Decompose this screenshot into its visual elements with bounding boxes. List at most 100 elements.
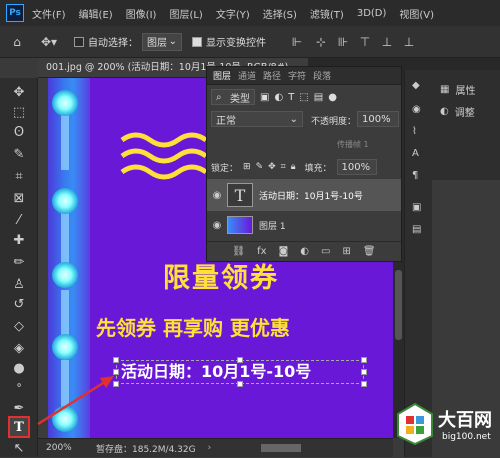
transform-handle[interactable]: [237, 357, 243, 363]
layer-name[interactable]: 图层 1: [259, 219, 286, 232]
menu-select[interactable]: 选择(S): [263, 6, 297, 21]
paragraph-panel-icon[interactable]: ¶: [412, 170, 418, 181]
move-tool-icon[interactable]: ✥: [9, 82, 29, 102]
menu-filter[interactable]: 滤镜(T): [310, 6, 344, 21]
folder-icon[interactable]: ▭: [321, 246, 330, 257]
eyedropper-tool-icon[interactable]: ⁄: [9, 210, 29, 230]
brush-tool-icon[interactable]: ✏: [9, 252, 29, 272]
menu-3d[interactable]: 3D(D): [357, 8, 387, 19]
text-layer-thumbnail-icon: T: [227, 183, 253, 207]
trash-icon[interactable]: 🗑︎: [363, 246, 376, 257]
layer-name[interactable]: 活动日期：10月1号-10号: [259, 189, 363, 202]
tab-paths[interactable]: 路径: [263, 69, 281, 82]
scrollbar-thumb[interactable]: [395, 270, 402, 340]
type-tool-icon[interactable]: T: [8, 416, 30, 438]
healing-brush-icon[interactable]: ✚: [9, 230, 29, 250]
character-panel-icon[interactable]: A: [412, 148, 419, 159]
menu-edit[interactable]: 编辑(E): [79, 6, 113, 21]
layer-row-text[interactable]: ◉ T 活动日期：10月1号-10号: [207, 179, 401, 211]
paths-panel-icon[interactable]: ⌇: [412, 126, 417, 137]
adjustment-layer-icon[interactable]: ◐: [300, 246, 309, 257]
watermark-logo: [397, 402, 433, 446]
scratch-disk-info: 暂存盘：185.2M/4.32G: [96, 444, 196, 455]
fill-input[interactable]: 100%: [336, 159, 377, 175]
align-left-icon[interactable]: ⊩: [284, 35, 310, 49]
tab-channels[interactable]: 通道: [238, 69, 256, 82]
image-filter-icon[interactable]: ▣: [260, 92, 269, 103]
tab-layers[interactable]: 图层: [213, 69, 231, 82]
layers-panel-icon[interactable]: ◆: [412, 80, 420, 91]
pen-tool-icon[interactable]: ✒: [9, 398, 29, 418]
crop-tool-icon[interactable]: ⌗: [9, 166, 29, 186]
align-right-icon[interactable]: ⊪: [332, 35, 354, 49]
smart-object-filter-icon[interactable]: ▤: [314, 92, 323, 103]
lasso-tool-icon[interactable]: ʘ: [9, 122, 29, 142]
status-arrow-icon[interactable]: ›: [208, 443, 212, 453]
home-icon[interactable]: ⌂: [0, 35, 34, 49]
menu-type[interactable]: 文字(Y): [216, 6, 250, 21]
channels-panel-icon[interactable]: ◉: [412, 104, 421, 115]
transform-handle[interactable]: [361, 381, 367, 387]
libraries-panel-icon[interactable]: ▤: [412, 224, 421, 235]
clone-stamp-icon[interactable]: ♙: [9, 274, 29, 294]
menu-layer[interactable]: 图层(L): [169, 6, 202, 21]
filter-kind-dropdown[interactable]: ⌕ 类型: [211, 89, 255, 105]
shape-filter-icon[interactable]: ⬚: [299, 92, 308, 103]
eye-icon[interactable]: ◉: [207, 190, 227, 201]
dodge-tool-icon[interactable]: ᐤ: [9, 378, 29, 398]
eye-icon[interactable]: ◉: [207, 220, 227, 231]
paint-bucket-icon[interactable]: ◈: [9, 338, 29, 358]
new-layer-icon[interactable]: ⊞: [342, 246, 350, 257]
path-select-icon[interactable]: ↖: [9, 438, 29, 458]
blend-mode-value: 正常: [216, 115, 236, 127]
marquee-tool-icon[interactable]: ⬚: [9, 102, 29, 122]
link-layers-icon[interactable]: ⛓︎: [232, 246, 245, 257]
adjustments-icon: ◐: [440, 106, 449, 117]
align-middle-icon[interactable]: ⊥: [376, 35, 398, 49]
swatches-panel-icon[interactable]: ▣: [412, 202, 421, 213]
lock-artboard-icon[interactable]: ⌗: [281, 162, 286, 172]
auto-select-dropdown[interactable]: 图层 ⌄: [142, 32, 182, 51]
frame-tool-icon[interactable]: ⊠: [9, 188, 29, 208]
auto-select-checkbox[interactable]: [74, 36, 84, 47]
filter-toggle-icon[interactable]: ●: [328, 92, 337, 103]
layer-row-image[interactable]: ◉ 图层 1: [207, 213, 401, 237]
type-filter-icon[interactable]: T: [288, 92, 294, 103]
align-top-icon[interactable]: ⊤: [354, 35, 376, 49]
transform-handle[interactable]: [113, 357, 119, 363]
adjustment-filter-icon[interactable]: ◐: [274, 92, 283, 103]
transform-handle[interactable]: [361, 369, 367, 375]
adjustments-item[interactable]: ◐ 调整: [440, 104, 475, 119]
tab-paragraph[interactable]: 段落: [313, 69, 331, 82]
blend-mode-dropdown[interactable]: 正常 ⌄: [211, 111, 303, 127]
fx-icon[interactable]: fx: [257, 246, 266, 257]
zoom-level[interactable]: 200%: [46, 443, 86, 453]
blur-tool-icon[interactable]: ●: [9, 358, 29, 378]
opacity-input[interactable]: 100%: [357, 111, 399, 127]
filter-kind-value: 类型: [230, 93, 250, 105]
lock-all-icon[interactable]: 🔒︎: [291, 162, 296, 172]
lock-transparent-icon[interactable]: ⊞: [243, 162, 251, 172]
align-center-icon[interactable]: ⊹: [310, 35, 332, 49]
lock-paint-icon[interactable]: ✎: [256, 162, 264, 172]
layers-panel: 图层 通道 路径 字符 段落 ⌕ 类型 ▣ ◐ T ⬚ ▤ ● 正常 ⌄ 不透明度：…: [206, 66, 402, 262]
transform-handle[interactable]: [237, 381, 243, 387]
mask-icon[interactable]: ◙: [279, 246, 289, 257]
photoshop-logo: Ps: [6, 4, 24, 22]
quick-select-tool-icon[interactable]: ✎: [9, 144, 29, 164]
wave-decoration: [120, 132, 208, 180]
align-bottom-icon[interactable]: ⊥: [398, 35, 420, 49]
menu-view[interactable]: 视图(V): [399, 6, 434, 21]
properties-item[interactable]: ▦ 属性: [440, 82, 475, 97]
move-tool-icon[interactable]: ✥▾: [34, 35, 64, 49]
h-scrollbar-thumb[interactable]: [261, 444, 302, 452]
menu-image[interactable]: 图像(I): [126, 6, 157, 21]
transform-handle[interactable]: [361, 357, 367, 363]
history-brush-icon[interactable]: ↺: [9, 294, 29, 314]
red-arrow-annotation: [37, 376, 114, 426]
menu-file[interactable]: 文件(F): [32, 6, 66, 21]
tab-character[interactable]: 字符: [288, 69, 306, 82]
eraser-tool-icon[interactable]: ◇: [9, 316, 29, 336]
lock-position-icon[interactable]: ✥: [268, 162, 276, 172]
show-transform-checkbox[interactable]: [192, 36, 202, 47]
